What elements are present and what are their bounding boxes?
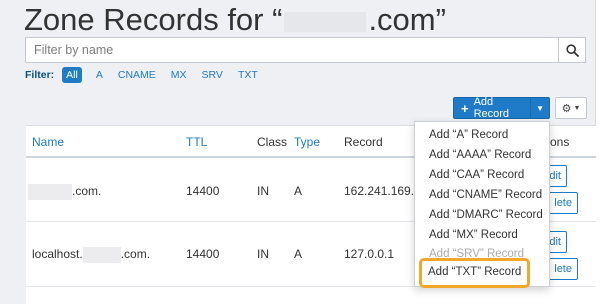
filter-input[interactable] (25, 37, 558, 63)
table-row-partial (26, 292, 596, 304)
record-type: A (294, 247, 303, 261)
search-button[interactable] (558, 37, 586, 63)
header-name[interactable]: Name (32, 135, 64, 149)
record-name: localhost. .com. (32, 247, 151, 263)
caret-down-icon: ▼ (536, 103, 545, 113)
add-record-dropdown-toggle[interactable]: ▼ (530, 98, 549, 118)
page-title: Zone Records for “ .com” (24, 2, 446, 38)
filter-label: Filter: (25, 69, 55, 81)
record-class: IN (257, 184, 269, 198)
header-type[interactable]: Type (294, 135, 320, 149)
menu-item-add-caa[interactable]: Add “CAA” Record (429, 169, 524, 181)
title-suffix: .com” (368, 2, 446, 37)
filter-cname[interactable]: CNAME (118, 69, 156, 81)
header-ttl[interactable]: TTL (186, 135, 207, 149)
menu-item-add-cname[interactable]: Add “CNAME” Record (429, 189, 542, 201)
redacted-domain (284, 11, 367, 32)
menu-item-add-dmarc[interactable]: Add “DMARC” Record (429, 209, 543, 221)
record-name: .com. (28, 184, 101, 200)
filter-a[interactable]: A (96, 69, 103, 81)
menu-item-add-mx[interactable]: Add “MX” Record (429, 229, 518, 241)
redacted-text (82, 247, 121, 263)
redacted-text (28, 184, 72, 200)
title-prefix: Zone Records for “ (24, 2, 283, 37)
menu-item-add-txt[interactable]: Add “TXT” Record (428, 266, 521, 278)
filter-all[interactable]: All (62, 67, 82, 83)
header-actions: ons (550, 135, 570, 149)
record-ttl: 14400 (186, 184, 220, 198)
record-value: 162.241.169.1( (344, 184, 425, 198)
header-class: Class (257, 135, 288, 149)
add-record-button-group: + Add Record ▼ (453, 96, 550, 120)
caret-down-icon: ▼ (573, 104, 581, 112)
filter-type-group: Filter: All A CNAME MX SRV TXT (25, 67, 273, 83)
add-record-label: Add Record (473, 96, 510, 120)
gear-icon: ⚙ (561, 102, 572, 115)
filter-bar (25, 37, 586, 63)
menu-item-add-a[interactable]: Add “A” Record (429, 129, 508, 141)
filter-txt[interactable]: TXT (238, 69, 258, 81)
settings-button[interactable]: ⚙ ▼ (555, 97, 587, 119)
menu-item-add-aaaa[interactable]: Add “AAAA” Record (429, 149, 531, 161)
record-ttl: 14400 (186, 247, 220, 261)
add-record-button[interactable]: + Add Record (454, 96, 530, 120)
record-type: A (294, 184, 303, 198)
header-record: Record (344, 135, 383, 149)
filter-srv[interactable]: SRV (202, 69, 223, 81)
page-panel: Zone Records for “ .com” Filter: All A CN… (0, 0, 596, 304)
plus-icon: + (461, 100, 469, 116)
record-class: IN (257, 247, 269, 261)
record-value: 127.0.0.1 (344, 247, 395, 261)
filter-mx[interactable]: MX (171, 69, 187, 81)
search-icon (565, 43, 579, 57)
